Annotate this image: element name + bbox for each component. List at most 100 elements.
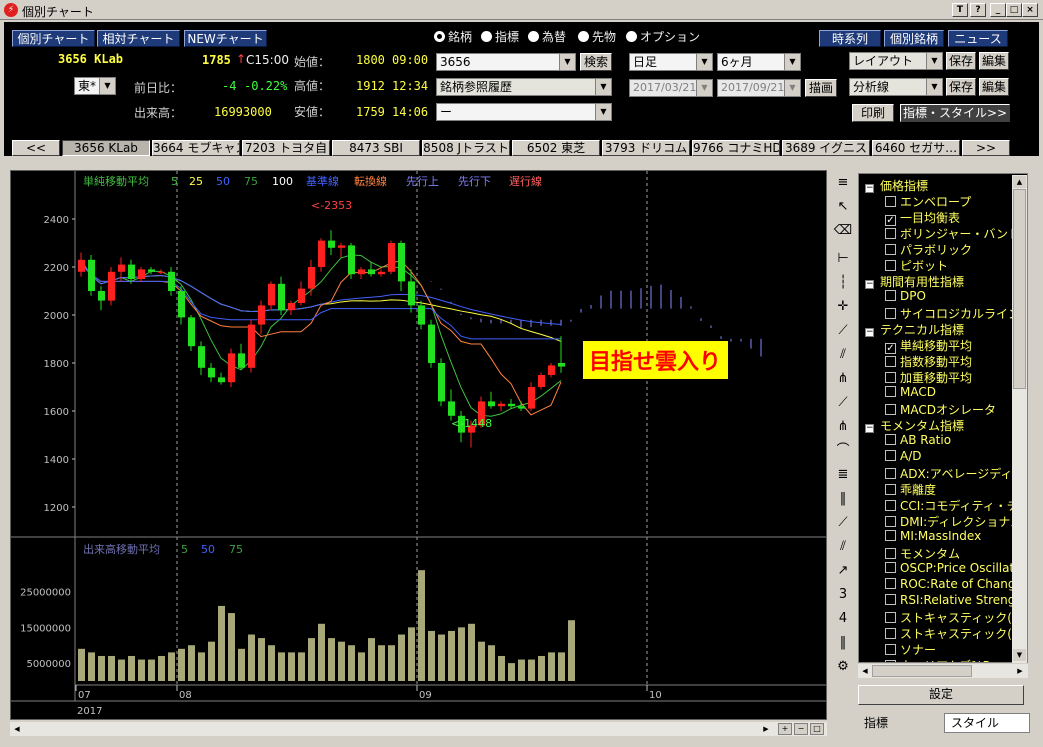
- market-select[interactable]: 東* ▼: [74, 77, 116, 95]
- indicator-item[interactable]: ✓ 単純移動平均: [885, 337, 972, 354]
- symbol-tab-5[interactable]: 6502 東芝: [512, 140, 600, 156]
- gann-fan-icon[interactable]: ⋔: [833, 418, 853, 436]
- indicator-item[interactable]: MACD: [885, 385, 936, 401]
- indicator-item[interactable]: ボリンジャー・バンド: [885, 225, 1020, 241]
- print-button[interactable]: 印刷: [852, 104, 894, 122]
- to-date-select[interactable]: 2017/09/21 ▼: [717, 79, 801, 97]
- regression-icon[interactable]: ⟋: [833, 514, 853, 532]
- speed-line-icon[interactable]: ⟋: [833, 394, 853, 412]
- settings-button[interactable]: 設定: [858, 685, 1024, 705]
- scroll-down-icon[interactable]: ▼: [1013, 649, 1026, 661]
- indicator-item[interactable]: ストキャスティック(ファ: [885, 609, 1027, 625]
- symbol-tab-1[interactable]: 3664 モブキャス: [152, 140, 240, 156]
- parallel-line-icon[interactable]: ⫽: [833, 346, 853, 364]
- retracement-icon[interactable]: ≣: [833, 466, 853, 484]
- relative-chart-button[interactable]: 相対チャート: [97, 30, 180, 47]
- indicator-item[interactable]: CCI:コモディティ・チャ: [885, 497, 1027, 513]
- vertical-line-icon[interactable]: ┆: [833, 274, 853, 292]
- text-mode-button[interactable]: T: [952, 3, 968, 17]
- from-date-select[interactable]: 2017/03/21 ▼: [629, 79, 713, 97]
- symbol-tab-3[interactable]: 8473 SBI: [332, 140, 420, 156]
- chart-scrollbar[interactable]: ◀ ▶ + − □: [10, 722, 827, 736]
- radio-fx[interactable]: 為替: [528, 28, 566, 45]
- indicator-style-button[interactable]: 指標・スタイル>>: [900, 104, 1010, 122]
- radio-futures[interactable]: 先物: [578, 28, 616, 45]
- indicator-item[interactable]: 加重移動平均: [885, 369, 972, 385]
- symbol-tab-2[interactable]: 7203 トヨタ自: [242, 140, 330, 156]
- menu-icon[interactable]: ≡: [833, 174, 853, 192]
- symbol-tab-7[interactable]: 9766 コナミHD: [692, 140, 780, 156]
- symbol-tab-8[interactable]: 3689 イグニス: [782, 140, 870, 156]
- text-tool-icon[interactable]: ‖: [833, 634, 853, 652]
- minimize-button[interactable]: _: [990, 3, 1006, 17]
- indicator-group[interactable]: − モメンタム指標: [865, 417, 964, 433]
- analysis-edit-button[interactable]: 編集: [979, 78, 1009, 96]
- eraser-icon[interactable]: ⌫: [833, 222, 853, 240]
- indicator-item[interactable]: モメンタム: [885, 545, 960, 561]
- indicator-item[interactable]: ソナー: [885, 641, 936, 657]
- interval-select[interactable]: 日足 ▼: [629, 53, 713, 71]
- indicator-item[interactable]: RSI:Relative Strength: [885, 593, 1027, 609]
- fibonacci-fan-icon[interactable]: ⋔: [833, 370, 853, 388]
- indicator-item[interactable]: ストキャスティック(スロ: [885, 625, 1027, 641]
- new-chart-button[interactable]: NEWチャート: [184, 30, 267, 47]
- indicator-item[interactable]: サイコロジカルライン: [885, 305, 1020, 321]
- indicator-item[interactable]: ✓ 一目均衡表: [885, 209, 960, 226]
- zoom-in-icon[interactable]: +: [778, 723, 792, 735]
- indicator-item[interactable]: MACDオシレータ: [885, 401, 996, 417]
- title-bar[interactable]: ⚡ 個別チャート T ? _ □ ×: [0, 0, 1043, 20]
- indicator-item[interactable]: MI:MassIndex: [885, 529, 981, 545]
- timeseries-button[interactable]: 時系列: [819, 30, 881, 47]
- indicator-item[interactable]: DMI:ディレクショナル: [885, 513, 1022, 529]
- indicator-hscrollbar[interactable]: ◀ ▶: [858, 664, 1028, 678]
- layout-save-button[interactable]: 保存: [946, 52, 976, 70]
- price-chart[interactable]: 1200 1400 1600 1800 2000 2200 2400 5000000 15000…: [11, 171, 826, 719]
- scroll-thumb[interactable]: [1013, 189, 1026, 389]
- symbol-tabs-next-button[interactable]: >>: [962, 140, 1010, 156]
- indicator-item[interactable]: ADX:アベレージディレ: [885, 465, 1024, 481]
- indicator-item[interactable]: パラボリック: [885, 241, 972, 257]
- radio-index[interactable]: 指標: [481, 28, 519, 45]
- search-button[interactable]: 検索: [580, 53, 612, 71]
- analysis-save-button[interactable]: 保存: [946, 78, 976, 96]
- individual-stock-button[interactable]: 個別銘柄: [884, 30, 944, 47]
- symbol-search-input[interactable]: 3656 ▼: [436, 53, 576, 71]
- extend-line-icon[interactable]: ↗: [833, 562, 853, 580]
- radio-stock[interactable]: 銘柄: [434, 28, 472, 45]
- zoom-out-icon[interactable]: −: [794, 723, 808, 735]
- analysis-select[interactable]: 分析線 ▼: [849, 78, 943, 96]
- indicator-item[interactable]: OSCP:Price Oscillato: [885, 561, 1022, 577]
- news-button[interactable]: ニュース: [948, 30, 1008, 47]
- help-button[interactable]: ?: [970, 3, 986, 17]
- range-select[interactable]: 6ヶ月 ▼: [717, 53, 801, 71]
- maximize-button[interactable]: □: [1006, 3, 1022, 17]
- indicator-item[interactable]: AB Ratio: [885, 433, 951, 449]
- indicator-group[interactable]: − 期間有用性指標: [865, 273, 964, 289]
- indicator-group[interactable]: − テクニカル指標: [865, 321, 964, 337]
- symbol-tab-9[interactable]: 6460 セガサ…: [872, 140, 960, 156]
- indicator-item[interactable]: ピボット: [885, 257, 948, 273]
- trend-line-icon[interactable]: ⟋: [833, 322, 853, 340]
- indicator-item[interactable]: DPO: [885, 289, 926, 305]
- indicator-item[interactable]: ウィリアムズ%R: [885, 657, 991, 662]
- individual-chart-button[interactable]: 個別チャート: [12, 30, 95, 47]
- draw-button[interactable]: 描画: [805, 79, 837, 97]
- symbol-tab-6[interactable]: 3793 ドリコム: [602, 140, 690, 156]
- symbol-tab-0[interactable]: 3656 KLab: [62, 140, 150, 156]
- cursor-icon[interactable]: ↖: [833, 198, 853, 216]
- ratio-4-icon[interactable]: 4: [833, 610, 853, 628]
- indicator-item[interactable]: 乖離度: [885, 481, 936, 497]
- settings-tool-icon[interactable]: ⚙: [833, 658, 853, 676]
- arc-icon[interactable]: ⌒: [833, 442, 853, 460]
- scroll-up-icon[interactable]: ▲: [1013, 176, 1026, 188]
- symbol-tabs-prev-button[interactable]: <<: [12, 140, 60, 156]
- horizontal-line-icon[interactable]: ⊢: [833, 250, 853, 268]
- layout-select[interactable]: レイアウト ▼: [849, 52, 943, 70]
- cross-line-icon[interactable]: ✛: [833, 298, 853, 316]
- fit-icon[interactable]: □: [810, 723, 824, 735]
- close-button[interactable]: ×: [1022, 3, 1038, 17]
- radio-options[interactable]: オプション: [626, 28, 700, 45]
- channel-icon[interactable]: ⫽: [833, 538, 853, 556]
- chart-area[interactable]: 1200 1400 1600 1800 2000 2200 2400 5000000 15000…: [10, 170, 827, 720]
- indicator-item[interactable]: ROC:Rate of Change: [885, 577, 1023, 593]
